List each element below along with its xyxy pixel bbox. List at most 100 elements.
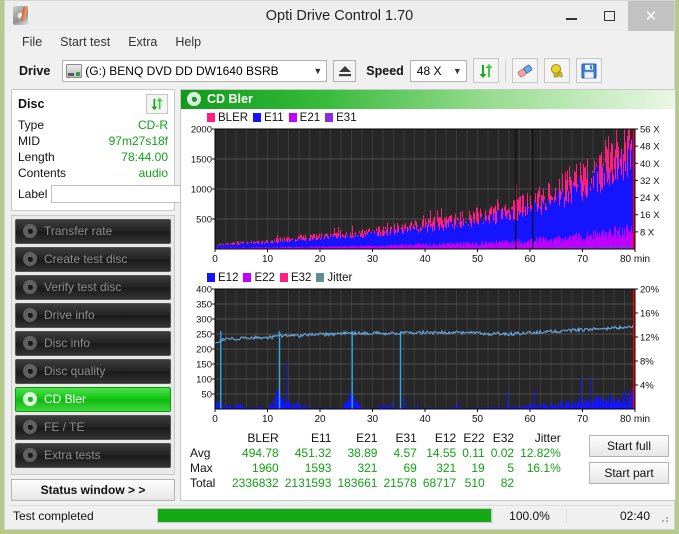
svg-text:40: 40 [419,254,431,265]
svg-text:1500: 1500 [191,154,212,165]
sidebar-item-label: Verify test disc [44,280,122,295]
start-full-button[interactable]: Start full [589,434,669,457]
svg-text:50: 50 [472,254,484,265]
drive-select[interactable]: (G:) BENQ DVD DD DW1640 BSRB ▼ [62,59,328,82]
disc-row-type: Type CD-R [18,117,168,133]
refresh-arrows-icon [151,97,163,110]
legend-item-e32: E32 [279,271,312,284]
stats-row-label: Total [190,475,216,490]
svg-text:250: 250 [196,329,212,340]
eraser-icon [517,64,533,78]
stats-cell: 510 [464,475,485,490]
eject-button[interactable] [333,59,357,82]
disc-row-mid: MID 97m27s18f [18,133,168,149]
menu-item-help[interactable]: Help [166,33,210,51]
maximize-button[interactable] [590,1,628,31]
jitter-chart: 50 100 150 200 250 300 350 400 4% 8% 12% 16% 20% 0 10 2… [185,285,671,427]
stats-cell: 5 [507,460,515,475]
svg-text:4%: 4% [640,380,654,391]
results-panel: CD Bler BLER E11 E21 E31 500 1000 1500 2000… [180,88,676,501]
svg-text:48 X: 48 X [640,141,660,152]
progress-bar [157,508,492,524]
menu-item-extra[interactable]: Extra [119,33,166,51]
stats-cell [517,476,564,491]
sidebar-item-label: Create test disc [44,252,128,267]
bulb-button[interactable] [543,58,570,84]
svg-text:10: 10 [262,254,274,265]
sidebar-item-disc-quality[interactable]: Disc quality [15,358,171,384]
sidebar-item-create-test-disc[interactable]: Create test disc [15,246,171,272]
menu-item-file[interactable]: File [13,33,51,51]
sidebar-item-extra-tests[interactable]: Extra tests [15,442,171,468]
minimize-button[interactable] [552,1,590,31]
stats-col-e11: E11 [310,430,332,445]
stats-cell: 451.32 [294,445,332,460]
app-window: Opti Drive Control 1.70 ✕ File Start tes… [4,0,676,530]
svg-text:24 X: 24 X [640,193,660,204]
stats-cell: 2131593 [284,475,332,490]
svg-text:80 min: 80 min [620,254,650,265]
chevron-down-icon: ▼ [452,65,462,76]
drive-label: Drive [19,63,51,78]
progress-percent: 100.0% [492,508,566,523]
erase-button[interactable] [511,58,538,84]
start-part-button[interactable]: Start part [589,461,669,484]
minimize-icon [565,17,577,20]
disc-icon [23,280,37,295]
stats-row-label: Max [190,460,213,475]
bler-chart: 500 1000 1500 2000 8 X 16 X 24 X 32 X 40 X 48 X 56… [185,125,671,267]
stats-cell: 19 [471,460,485,475]
sidebar-item-label: Extra tests [44,448,101,463]
disc-refresh-button[interactable] [146,93,168,114]
table-row: Total 2336832 2131593 183661 21578 68717… [187,476,564,491]
eject-icon [338,65,351,77]
sidebar-item-cd-bler[interactable]: CD Bler [15,386,171,412]
disc-panel-header: Disc [18,93,168,114]
sidebar-item-fe-te[interactable]: FE / TE [15,414,171,440]
speed-select-value: 48 X [416,63,442,78]
svg-text:350: 350 [196,299,212,310]
legend-label: Jitter [327,271,353,284]
sidebar-item-transfer-rate[interactable]: Transfer rate [15,218,171,244]
sidebar-item-verify-test-disc[interactable]: Verify test disc [15,274,171,300]
svg-text:80 min: 80 min [620,414,650,425]
speed-select[interactable]: 48 X ▼ [409,59,467,82]
test-nav: Transfer rate Create test disc Verify te… [11,214,175,475]
save-button[interactable] [575,58,602,84]
disc-row-key: Type [18,117,45,132]
svg-text:16%: 16% [640,308,660,319]
sidebar-item-drive-info[interactable]: Drive info [15,302,171,328]
disc-icon [23,420,37,435]
sidebar-item-label: Drive info [44,308,95,323]
svg-text:1000: 1000 [191,184,212,195]
table-row: Max 1960 1593 321 69 321 19 5 16.1% [187,461,564,476]
sidebar-item-disc-info[interactable]: Disc info [15,330,171,356]
legend-item-e21: E21 [288,112,320,124]
svg-text:2000: 2000 [191,125,212,136]
svg-text:50: 50 [201,389,212,400]
legend-item-e31: E31 [325,112,357,124]
refresh-arrows-icon [479,63,493,78]
stats-cell: 321 [357,460,378,475]
legend-label: E32 [290,271,312,284]
legend-item-jitter: Jitter [316,272,352,284]
close-button[interactable]: ✕ [628,0,674,31]
menu-item-start-test[interactable]: Start test [51,33,119,51]
resize-grip[interactable] [658,509,672,523]
svg-text:100: 100 [196,374,212,385]
bulb-icon [550,63,563,78]
stats-col-e22: E22 [463,430,485,445]
svg-text:12%: 12% [640,332,660,343]
svg-text:0: 0 [212,254,218,265]
status-window-button[interactable]: Status window > > [11,478,175,501]
legend-label: BLER [218,111,249,124]
refresh-button[interactable] [472,58,499,84]
svg-text:40: 40 [419,414,431,425]
svg-text:500: 500 [196,214,212,225]
stats-cell: 2336832 [232,475,279,490]
action-buttons: Start full Start part [583,427,675,484]
legend-item-e22: E22 [243,272,275,284]
disc-icon [23,336,37,351]
svg-text:8%: 8% [640,356,654,367]
svg-text:60: 60 [524,414,536,425]
